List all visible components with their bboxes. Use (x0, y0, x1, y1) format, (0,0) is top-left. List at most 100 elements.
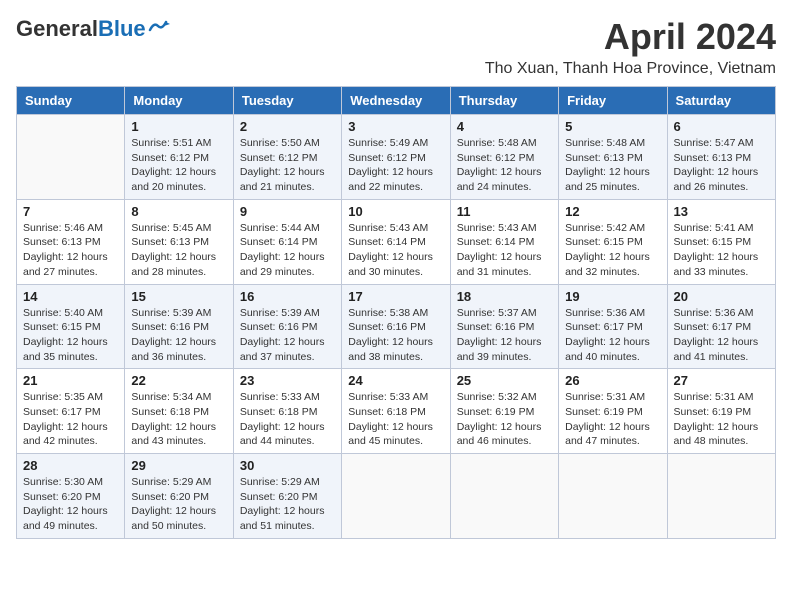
day-number: 21 (23, 373, 118, 388)
calendar-cell: 29Sunrise: 5:29 AMSunset: 6:20 PMDayligh… (125, 454, 233, 539)
day-number: 4 (457, 119, 552, 134)
day-number: 17 (348, 289, 443, 304)
day-info: Sunrise: 5:35 AMSunset: 6:17 PMDaylight:… (23, 390, 118, 449)
day-info: Sunrise: 5:45 AMSunset: 6:13 PMDaylight:… (131, 221, 226, 280)
calendar-cell: 14 Sunrise: 5:40 AMSunset: 6:15 PMDayligh… (17, 284, 125, 369)
day-number: 6 (674, 119, 769, 134)
calendar-cell: 30 Sunrise: 5:29 AMSunset: 6:20 PMDayligh… (233, 454, 341, 539)
day-number: 22 (131, 373, 226, 388)
calendar-cell: 28Sunrise: 5:30 AMSunset: 6:20 PMDayligh… (17, 454, 125, 539)
day-info: Sunrise: 5:32 AMSunset: 6:19 PMDaylight:… (457, 390, 552, 449)
calendar-cell: 3 Sunrise: 5:49 AMSunset: 6:12 PMDaylight… (342, 115, 450, 200)
weekday-header-tuesday: Tuesday (233, 87, 341, 115)
day-info: Sunrise: 5:37 AMSunset: 6:16 PMDaylight:… (457, 306, 552, 365)
day-info: Sunrise: 5:49 AMSunset: 6:12 PMDaylight:… (348, 136, 443, 195)
day-info: Sunrise: 5:41 AMSunset: 6:15 PMDaylight:… (674, 221, 769, 280)
day-info: Sunrise: 5:39 AMSunset: 6:16 PMDaylight:… (240, 306, 335, 365)
calendar-week-row: 21 Sunrise: 5:35 AMSunset: 6:17 PMDayligh… (17, 369, 776, 454)
day-info: Sunrise: 5:29 AMSunset: 6:20 PMDaylight:… (240, 475, 335, 534)
calendar-week-row: 14 Sunrise: 5:40 AMSunset: 6:15 PMDayligh… (17, 284, 776, 369)
calendar-cell: 11 Sunrise: 5:43 AMSunset: 6:14 PMDayligh… (450, 199, 558, 284)
calendar-cell: 7 Sunrise: 5:46 AMSunset: 6:13 PMDaylight… (17, 199, 125, 284)
day-info: Sunrise: 5:39 AMSunset: 6:16 PMDaylight:… (131, 306, 226, 365)
calendar-cell (559, 454, 667, 539)
calendar-cell (667, 454, 775, 539)
weekday-header-friday: Friday (559, 87, 667, 115)
title-area: April 2024 Tho Xuan, Thanh Hoa Province,… (485, 16, 776, 78)
day-info: Sunrise: 5:46 AMSunset: 6:13 PMDaylight:… (23, 221, 118, 280)
calendar-cell: 23 Sunrise: 5:33 AMSunset: 6:18 PMDayligh… (233, 369, 341, 454)
day-number: 12 (565, 204, 660, 219)
day-info: Sunrise: 5:33 AMSunset: 6:18 PMDaylight:… (240, 390, 335, 449)
calendar-cell: 20Sunrise: 5:36 AMSunset: 6:17 PMDayligh… (667, 284, 775, 369)
day-number: 3 (348, 119, 443, 134)
weekday-header-thursday: Thursday (450, 87, 558, 115)
calendar-cell: 27Sunrise: 5:31 AMSunset: 6:19 PMDayligh… (667, 369, 775, 454)
calendar-week-row: 1Sunrise: 5:51 AMSunset: 6:12 PMDaylight… (17, 115, 776, 200)
day-number: 9 (240, 204, 335, 219)
calendar-table: SundayMondayTuesdayWednesdayThursdayFrid… (16, 86, 776, 539)
calendar-cell: 19 Sunrise: 5:36 AMSunset: 6:17 PMDayligh… (559, 284, 667, 369)
calendar-cell: 13 Sunrise: 5:41 AMSunset: 6:15 PMDayligh… (667, 199, 775, 284)
calendar-cell (342, 454, 450, 539)
day-info: Sunrise: 5:50 AMSunset: 6:12 PMDaylight:… (240, 136, 335, 195)
calendar-cell: 16 Sunrise: 5:39 AMSunset: 6:16 PMDayligh… (233, 284, 341, 369)
day-number: 18 (457, 289, 552, 304)
day-info: Sunrise: 5:38 AMSunset: 6:16 PMDaylight:… (348, 306, 443, 365)
day-number: 25 (457, 373, 552, 388)
day-number: 8 (131, 204, 226, 219)
day-info: Sunrise: 5:31 AMSunset: 6:19 PMDaylight:… (565, 390, 660, 449)
day-info: Sunrise: 5:48 AMSunset: 6:12 PMDaylight:… (457, 136, 552, 195)
calendar-cell: 2 Sunrise: 5:50 AMSunset: 6:12 PMDaylight… (233, 115, 341, 200)
day-number: 11 (457, 204, 552, 219)
calendar-cell: 22Sunrise: 5:34 AMSunset: 6:18 PMDayligh… (125, 369, 233, 454)
calendar-cell: 12 Sunrise: 5:42 AMSunset: 6:15 PMDayligh… (559, 199, 667, 284)
day-info: Sunrise: 5:33 AMSunset: 6:18 PMDaylight:… (348, 390, 443, 449)
day-info: Sunrise: 5:36 AMSunset: 6:17 PMDaylight:… (565, 306, 660, 365)
day-info: Sunrise: 5:31 AMSunset: 6:19 PMDaylight:… (674, 390, 769, 449)
day-number: 13 (674, 204, 769, 219)
weekday-header-monday: Monday (125, 87, 233, 115)
day-info: Sunrise: 5:43 AMSunset: 6:14 PMDaylight:… (457, 221, 552, 280)
day-number: 15 (131, 289, 226, 304)
day-number: 14 (23, 289, 118, 304)
day-info: Sunrise: 5:44 AMSunset: 6:14 PMDaylight:… (240, 221, 335, 280)
day-number: 28 (23, 458, 118, 473)
location-subtitle: Tho Xuan, Thanh Hoa Province, Vietnam (485, 60, 776, 78)
weekday-header-sunday: Sunday (17, 87, 125, 115)
calendar-cell: 9 Sunrise: 5:44 AMSunset: 6:14 PMDaylight… (233, 199, 341, 284)
calendar-cell: 15 Sunrise: 5:39 AMSunset: 6:16 PMDayligh… (125, 284, 233, 369)
month-year-title: April 2024 (485, 16, 776, 58)
calendar-cell: 25 Sunrise: 5:32 AMSunset: 6:19 PMDayligh… (450, 369, 558, 454)
weekday-header-saturday: Saturday (667, 87, 775, 115)
page-header: General Blue April 2024 Tho Xuan, Thanh … (16, 16, 776, 78)
calendar-cell: 8 Sunrise: 5:45 AMSunset: 6:13 PMDaylight… (125, 199, 233, 284)
logo-wave-icon (148, 18, 170, 34)
day-number: 16 (240, 289, 335, 304)
weekday-header-row: SundayMondayTuesdayWednesdayThursdayFrid… (17, 87, 776, 115)
day-info: Sunrise: 5:51 AMSunset: 6:12 PMDaylight:… (131, 136, 226, 195)
calendar-cell: 24 Sunrise: 5:33 AMSunset: 6:18 PMDayligh… (342, 369, 450, 454)
calendar-week-row: 28Sunrise: 5:30 AMSunset: 6:20 PMDayligh… (17, 454, 776, 539)
calendar-cell: 21 Sunrise: 5:35 AMSunset: 6:17 PMDayligh… (17, 369, 125, 454)
calendar-week-row: 7 Sunrise: 5:46 AMSunset: 6:13 PMDaylight… (17, 199, 776, 284)
day-number: 29 (131, 458, 226, 473)
day-number: 24 (348, 373, 443, 388)
calendar-cell: 10 Sunrise: 5:43 AMSunset: 6:14 PMDayligh… (342, 199, 450, 284)
logo: General Blue (16, 16, 170, 42)
day-number: 10 (348, 204, 443, 219)
day-info: Sunrise: 5:42 AMSunset: 6:15 PMDaylight:… (565, 221, 660, 280)
calendar-cell: 6Sunrise: 5:47 AMSunset: 6:13 PMDaylight… (667, 115, 775, 200)
day-number: 7 (23, 204, 118, 219)
day-number: 2 (240, 119, 335, 134)
calendar-cell: 17 Sunrise: 5:38 AMSunset: 6:16 PMDayligh… (342, 284, 450, 369)
day-info: Sunrise: 5:40 AMSunset: 6:15 PMDaylight:… (23, 306, 118, 365)
day-number: 23 (240, 373, 335, 388)
day-number: 30 (240, 458, 335, 473)
logo-blue-text: Blue (98, 16, 146, 42)
day-number: 19 (565, 289, 660, 304)
weekday-header-wednesday: Wednesday (342, 87, 450, 115)
calendar-cell: 5Sunrise: 5:48 AMSunset: 6:13 PMDaylight… (559, 115, 667, 200)
calendar-cell: 4 Sunrise: 5:48 AMSunset: 6:12 PMDaylight… (450, 115, 558, 200)
day-info: Sunrise: 5:43 AMSunset: 6:14 PMDaylight:… (348, 221, 443, 280)
